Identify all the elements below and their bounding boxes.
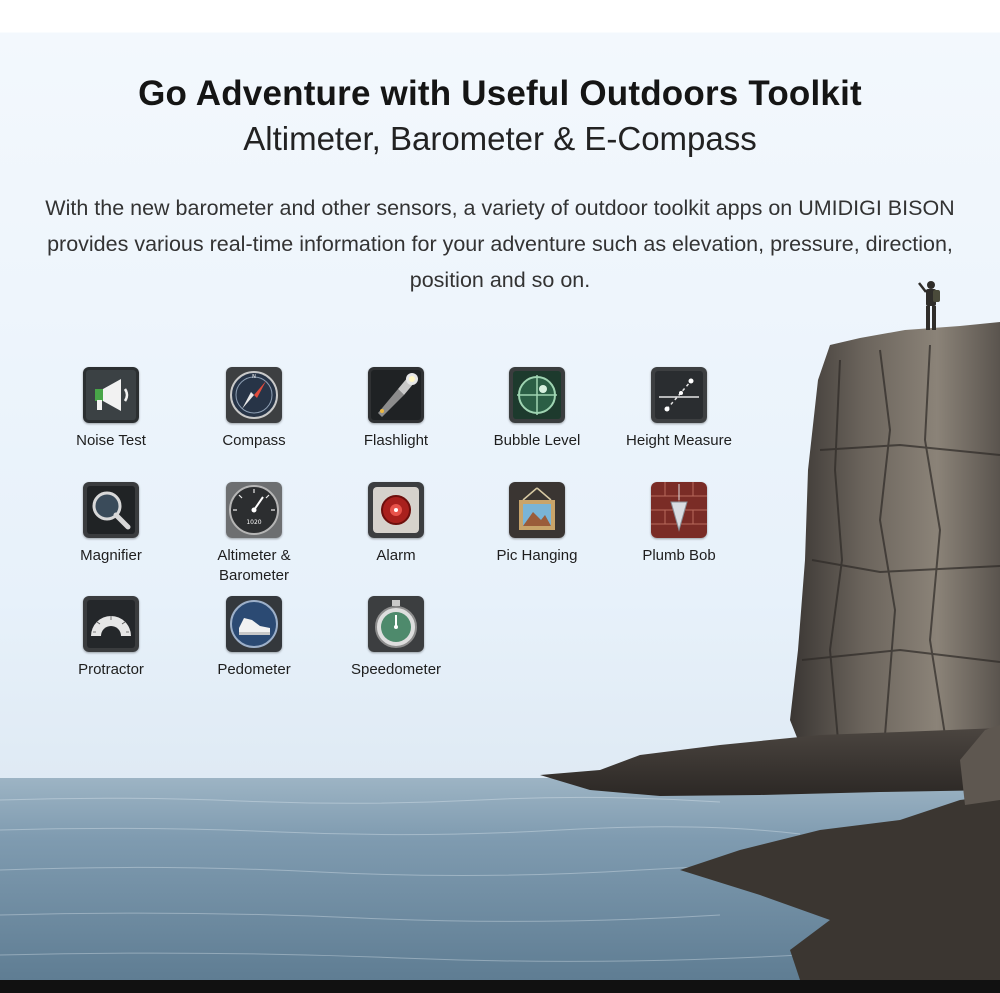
bubble-level-icon bbox=[509, 367, 565, 423]
tool-noise-test: Noise Test bbox=[41, 367, 181, 451]
tool-pic-hanging: Pic Hanging bbox=[467, 482, 607, 566]
tool-plumb-bob: Plumb Bob bbox=[609, 482, 749, 566]
tool-label: Plumb Bob bbox=[642, 547, 716, 564]
shoe-icon bbox=[226, 596, 282, 652]
barometer-gauge-icon: 1020 bbox=[226, 482, 282, 538]
compass-icon: N bbox=[226, 367, 282, 423]
tool-label: Compass bbox=[222, 432, 286, 449]
page-subtitle: Altimeter, Barometer & E-Compass bbox=[243, 120, 757, 157]
stopwatch-icon bbox=[368, 596, 424, 652]
tool-bubble-level: Bubble Level bbox=[467, 367, 607, 451]
tool-label: Height Measure bbox=[626, 432, 732, 449]
alarm-icon bbox=[368, 482, 424, 538]
shore-rocks bbox=[540, 728, 1000, 796]
tool-label: Flashlight bbox=[363, 432, 429, 449]
tool-altimeter-barometer: 1020 Altimeter & Barometer bbox=[184, 482, 324, 586]
plumb-bob-icon bbox=[651, 482, 707, 538]
tool-label: Pic Hanging bbox=[496, 547, 578, 564]
tool-label: Pedometer bbox=[217, 661, 291, 678]
tool-flashlight: Flashlight bbox=[326, 367, 466, 451]
tool-label: Speedometer bbox=[350, 661, 442, 678]
cliff bbox=[790, 322, 1000, 745]
tool-label: Bubble Level bbox=[493, 432, 581, 449]
bottom-strip bbox=[0, 980, 1000, 993]
tool-magnifier: Magnifier bbox=[41, 482, 181, 566]
gauge-reading: 1020 bbox=[246, 519, 261, 526]
tool-height-measure: Height Measure bbox=[609, 367, 749, 451]
tool-label: Altimeter & Barometer bbox=[217, 547, 291, 584]
product-banner: Go Adventure with Useful Outdoors Toolki… bbox=[0, 0, 1000, 993]
megaphone-icon bbox=[83, 367, 139, 423]
magnifier-icon bbox=[83, 482, 139, 538]
tool-speedometer: Speedometer bbox=[326, 596, 466, 680]
tool-label: Noise Test bbox=[76, 432, 146, 449]
tool-protractor: Protractor bbox=[41, 596, 181, 680]
page-title: Go Adventure with Useful Outdoors Toolki… bbox=[138, 74, 862, 113]
tool-pedometer: Pedometer bbox=[184, 596, 324, 680]
svg-text:N: N bbox=[252, 374, 256, 380]
page-description: With the new barometer and other sensors… bbox=[45, 196, 955, 292]
height-measure-icon bbox=[651, 367, 707, 423]
picture-frame-icon bbox=[509, 482, 565, 538]
tool-compass: N Compass bbox=[184, 367, 324, 451]
tool-alarm: Alarm bbox=[326, 482, 466, 566]
protractor-icon bbox=[83, 596, 139, 652]
tool-label: Protractor bbox=[78, 661, 144, 678]
tool-label: Alarm bbox=[376, 547, 416, 564]
tool-label: Magnifier bbox=[80, 547, 142, 564]
flashlight-icon bbox=[368, 367, 424, 423]
